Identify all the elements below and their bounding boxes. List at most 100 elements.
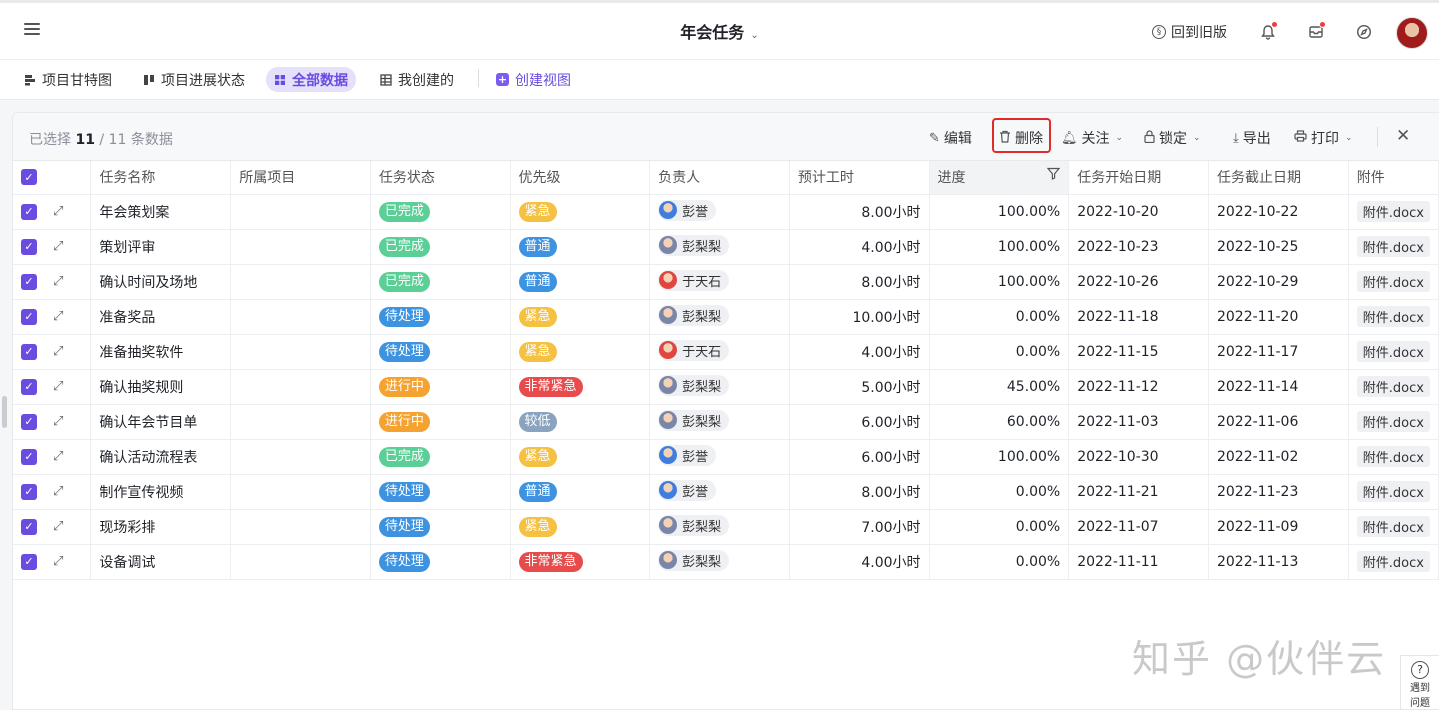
help-button[interactable]: ? 遇到 问题 [1400,655,1439,710]
attachment-cell[interactable]: 附件.docx [1348,334,1439,370]
priority-cell[interactable]: 紧急 [510,299,651,335]
progress-cell[interactable]: 100.00% [929,264,1070,300]
export-button[interactable]: ⤓ 导出 [1233,128,1271,148]
attachment-cell[interactable]: 附件.docx [1348,229,1439,265]
owner-cell[interactable]: 彭梨梨 [649,544,790,580]
start-date-cell[interactable]: 2022-10-20 [1068,194,1209,230]
start-date-cell[interactable]: 2022-11-03 [1068,404,1209,440]
attachment-chip[interactable]: 附件.docx [1356,376,1430,397]
start-date-cell[interactable]: 2022-11-07 [1068,509,1209,545]
attachment-cell[interactable]: 附件.docx [1348,509,1439,545]
attachment-cell[interactable]: 附件.docx [1348,404,1439,440]
end-date-cell[interactable]: 2022-11-09 [1208,509,1349,545]
row-checkbox[interactable]: ✓ [21,203,37,220]
attachment-chip[interactable]: 附件.docx [1356,481,1430,502]
progress-cell[interactable]: 0.00% [929,474,1070,510]
attachment-cell[interactable]: 附件.docx [1348,439,1439,475]
column-header[interactable]: 所属项目 [230,161,371,195]
hours-cell[interactable]: 7.00小时 [789,509,930,545]
end-date-cell[interactable]: 2022-10-29 [1208,264,1349,300]
progress-cell[interactable]: 60.00% [929,404,1070,440]
row-checkbox[interactable]: ✓ [21,448,37,465]
status-cell[interactable]: 进行中 [370,404,511,440]
end-date-cell[interactable]: 2022-11-13 [1208,544,1349,580]
priority-cell[interactable]: 紧急 [510,439,651,475]
hours-cell[interactable]: 6.00小时 [789,404,930,440]
hours-cell[interactable]: 10.00小时 [789,299,930,335]
project-cell[interactable] [230,474,371,510]
attachment-cell[interactable]: 附件.docx [1348,264,1439,300]
table-row[interactable]: ✓ ⤢ 准备奖品 待处理 紧急 彭梨梨 10.00小时 0.00% 2022-11-18 2022… [13,299,1439,335]
delete-button[interactable]: 删除 [999,128,1043,148]
back-to-old-version-button[interactable]: § 回到旧版 [1152,22,1227,42]
attachment-chip[interactable]: 附件.docx [1356,516,1430,537]
end-date-cell[interactable]: 2022-11-20 [1208,299,1349,335]
task-name-cell[interactable]: 年会策划案 [90,194,232,230]
column-header[interactable]: 任务开始日期 [1068,161,1209,195]
table-row[interactable]: ✓ ⤢ 确认时间及场地 已完成 普通 于天石 8.00小时 100.00% 2022-10-26… [13,264,1439,300]
attachment-cell[interactable]: 附件.docx [1348,299,1439,335]
owner-cell[interactable]: 彭誉 [649,194,790,230]
priority-cell[interactable]: 非常紧急 [510,369,651,405]
expand-icon[interactable]: ⤢ [53,239,63,254]
expand-icon[interactable]: ⤢ [53,414,63,429]
resize-handle[interactable] [2,396,7,428]
table-row[interactable]: ✓ ⤢ 确认年会节目单 进行中 较低 彭梨梨 6.00小时 60.00% 2022-11-03 2… [13,404,1439,440]
priority-cell[interactable]: 紧急 [510,509,651,545]
expand-icon[interactable]: ⤢ [53,309,63,324]
progress-cell[interactable]: 0.00% [929,509,1070,545]
owner-cell[interactable]: 彭梨梨 [649,229,790,265]
tab-gantt[interactable]: 项目甘特图 [16,67,120,92]
task-name-cell[interactable]: 设备调试 [90,544,232,580]
start-date-cell[interactable]: 2022-11-11 [1068,544,1209,580]
attachment-chip[interactable]: 附件.docx [1356,306,1430,327]
start-date-cell[interactable]: 2022-11-12 [1068,369,1209,405]
start-date-cell[interactable]: 2022-11-21 [1068,474,1209,510]
row-checkbox[interactable]: ✓ [21,238,37,255]
row-checkbox[interactable]: ✓ [21,483,37,500]
status-cell[interactable]: 已完成 [370,194,511,230]
column-header[interactable]: 任务名称 [90,161,232,195]
status-cell[interactable]: 待处理 [370,474,511,510]
column-header[interactable]: 负责人 [649,161,790,195]
task-name-cell[interactable]: 确认时间及场地 [90,264,232,300]
owner-cell[interactable]: 于天石 [649,334,790,370]
hours-cell[interactable]: 4.00小时 [789,334,930,370]
task-name-cell[interactable]: 确认抽奖规则 [90,369,232,405]
project-cell[interactable] [230,334,371,370]
priority-cell[interactable]: 较低 [510,404,651,440]
owner-cell[interactable]: 彭梨梨 [649,509,790,545]
task-name-cell[interactable]: 准备抽奖软件 [90,334,232,370]
attachment-chip[interactable]: 附件.docx [1356,201,1430,222]
column-header[interactable]: 优先级 [510,161,651,195]
end-date-cell[interactable]: 2022-11-14 [1208,369,1349,405]
column-header[interactable]: 任务截止日期 [1208,161,1349,195]
column-header[interactable]: 预计工时 [789,161,930,195]
column-header[interactable]: 任务状态 [370,161,511,195]
task-name-cell[interactable]: 现场彩排 [90,509,232,545]
start-date-cell[interactable]: 2022-10-30 [1068,439,1209,475]
table-row[interactable]: ✓ ⤢ 设备调试 待处理 非常紧急 彭梨梨 4.00小时 0.00% 2022-11-11 202… [13,544,1439,580]
owner-cell[interactable]: 于天石 [649,264,790,300]
filter-icon[interactable] [1046,167,1061,184]
hours-cell[interactable]: 8.00小时 [789,194,930,230]
project-cell[interactable] [230,509,371,545]
priority-cell[interactable]: 普通 [510,229,651,265]
select-all-checkbox[interactable]: ✓ [21,169,37,186]
compass-icon[interactable] [1353,21,1375,43]
follow-dropdown[interactable]: 🔔︎ 关注 ⌄ [1061,128,1123,148]
attachment-chip[interactable]: 附件.docx [1356,271,1430,292]
owner-cell[interactable]: 彭梨梨 [649,369,790,405]
task-name-cell[interactable]: 确认活动流程表 [90,439,232,475]
start-date-cell[interactable]: 2022-11-18 [1068,299,1209,335]
priority-cell[interactable]: 普通 [510,264,651,300]
hours-cell[interactable]: 4.00小时 [789,229,930,265]
table-row[interactable]: ✓ ⤢ 现场彩排 待处理 紧急 彭梨梨 7.00小时 0.00% 2022-11-07 2022-… [13,509,1439,545]
status-cell[interactable]: 待处理 [370,334,511,370]
close-icon[interactable]: ✕ [1396,126,1410,146]
start-date-cell[interactable]: 2022-10-23 [1068,229,1209,265]
priority-cell[interactable]: 紧急 [510,334,651,370]
attachment-cell[interactable]: 附件.docx [1348,474,1439,510]
table-row[interactable]: ✓ ⤢ 确认抽奖规则 进行中 非常紧急 彭梨梨 5.00小时 45.00% 2022-11-12… [13,369,1439,405]
project-cell[interactable] [230,439,371,475]
